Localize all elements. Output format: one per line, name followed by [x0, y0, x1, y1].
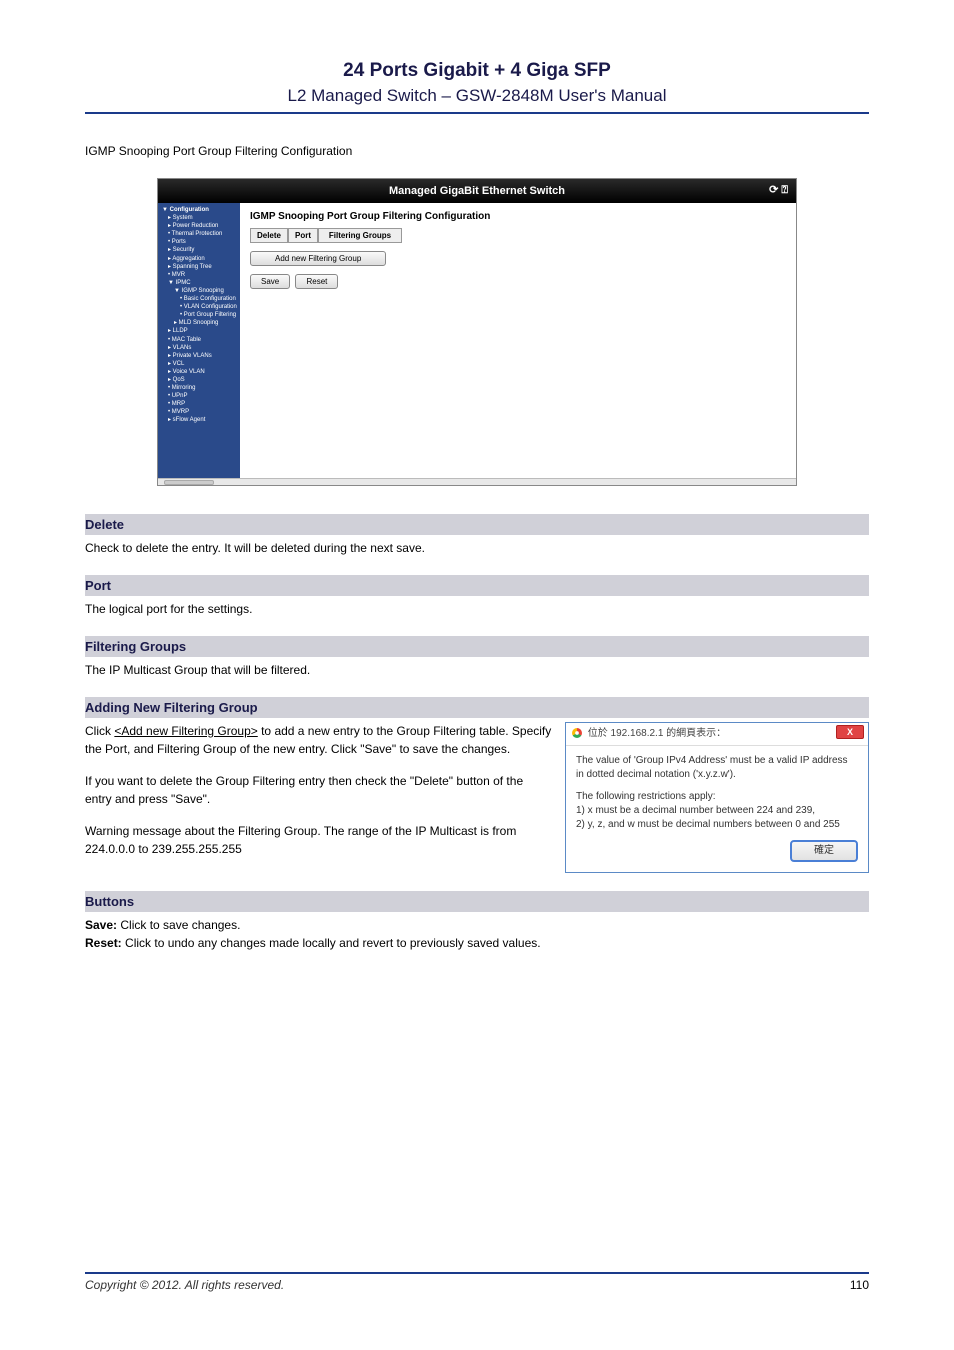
sidebar-item[interactable]: • MVR — [158, 271, 240, 279]
sidebar-item[interactable]: • MAC Table — [158, 336, 240, 344]
add-link[interactable]: <Add new Filtering Group> — [114, 724, 257, 738]
section-header-adding: Adding New Filtering Group — [85, 697, 869, 718]
section-header-buttons: Buttons — [85, 891, 869, 912]
header-icons: ⟳ ⍰ — [769, 183, 788, 197]
page-footer: Copyright © 2012. All rights reserved. 1… — [85, 1272, 869, 1292]
sidebar-item[interactable]: • Port Group Filtering — [158, 311, 240, 319]
top-rule — [85, 112, 869, 114]
sidebar-item[interactable]: ▸ QoS — [158, 376, 240, 384]
sidebar-item[interactable]: ▸ LLDP — [158, 327, 240, 335]
nav-sidebar: ▼ Configuration▸ System▸ Power Reduction… — [158, 203, 240, 478]
sidebar-item[interactable]: • Mirroring — [158, 384, 240, 392]
col-port: Port — [288, 228, 318, 243]
sidebar-item[interactable]: ▸ sFlow Agent — [158, 416, 240, 424]
section-body-filtering-groups: The IP Multicast Group that will be filt… — [85, 661, 869, 679]
dialog-origin-text: 位於 192.168.2.1 的網頁表示： — [588, 728, 726, 739]
section-header-filtering-groups: Filtering Groups — [85, 636, 869, 657]
section-body-buttons: Save: Click to save changes. Reset: Clic… — [85, 916, 869, 952]
sidebar-item[interactable]: • UPnP — [158, 392, 240, 400]
pane-title: IGMP Snooping Port Group Filtering Confi… — [250, 211, 786, 222]
section-body-port: The logical port for the settings. — [85, 600, 869, 618]
filter-table-header: DeletePortFiltering Groups — [250, 228, 402, 243]
section-header-delete: Delete — [85, 514, 869, 535]
footer-copyright: Copyright © 2012. All rights reserved. — [85, 1278, 284, 1292]
screenshot-figure: Managed GigaBit Ethernet Switch ⟳ ⍰ ▼ Co… — [85, 178, 869, 486]
sidebar-item[interactable]: ▸ MLD Snooping — [158, 319, 240, 327]
section-body-delete: Check to delete the entry. It will be de… — [85, 539, 869, 557]
doc-subtitle: L2 Managed Switch – GSW-2848M User's Man… — [85, 86, 869, 106]
sidebar-item[interactable]: ▸ Power Reduction — [158, 222, 240, 230]
reset-label: Reset: — [85, 936, 122, 950]
add-filtering-group-button[interactable]: Add new Filtering Group — [250, 251, 386, 266]
sidebar-item[interactable]: ▸ VCL — [158, 360, 240, 368]
intro-text: IGMP Snooping Port Group Filtering Confi… — [85, 142, 869, 160]
sidebar-item[interactable]: • MVRP — [158, 408, 240, 416]
sidebar-item[interactable]: ▸ System — [158, 214, 240, 222]
doc-title: 24 Ports Gigabit + 4 Giga SFP — [85, 60, 869, 82]
close-icon[interactable]: X — [836, 725, 864, 739]
sidebar-item[interactable]: ▼ Configuration — [158, 206, 240, 214]
sidebar-item[interactable]: ▸ Spanning Tree — [158, 263, 240, 271]
section-header-port: Port — [85, 575, 869, 596]
sidebar-item[interactable]: • Thermal Protection — [158, 230, 240, 238]
sidebar-item[interactable]: ▸ Aggregation — [158, 255, 240, 263]
save-button[interactable]: Save — [250, 274, 290, 289]
sidebar-item[interactable]: ▼ IPMC — [158, 279, 240, 287]
dialog-message-2: The following restrictions apply: 1) x m… — [576, 790, 858, 832]
switch-title: Managed GigaBit Ethernet Switch — [389, 185, 565, 197]
dialog-message-1: The value of 'Group IPv4 Address' must b… — [576, 754, 858, 782]
dialog-origin: 位於 192.168.2.1 的網頁表示： — [566, 723, 868, 746]
save-label: Save: — [85, 918, 117, 932]
col-filtering-groups: Filtering Groups — [318, 228, 402, 243]
sidebar-item[interactable]: • MRP — [158, 400, 240, 408]
sidebar-item[interactable]: ▸ Security — [158, 246, 240, 254]
footer-page-number: 110 — [850, 1278, 869, 1292]
chrome-icon — [572, 728, 582, 738]
sidebar-item[interactable]: ▸ Private VLANs — [158, 352, 240, 360]
col-delete: Delete — [250, 228, 288, 243]
horizontal-scrollbar[interactable] — [158, 478, 796, 485]
sidebar-item[interactable]: ▸ VLANs — [158, 344, 240, 352]
dialog-ok-button[interactable]: 確定 — [790, 840, 858, 862]
sidebar-item[interactable]: ▼ IGMP Snooping — [158, 287, 240, 295]
main-content-pane: IGMP Snooping Port Group Filtering Confi… — [240, 203, 796, 478]
section-body-adding: X 位於 192.168.2.1 的網頁表示： The value of 'Gr… — [85, 722, 869, 873]
dialog-figure: X 位於 192.168.2.1 的網頁表示： The value of 'Gr… — [565, 722, 869, 873]
sidebar-item[interactable]: • Ports — [158, 238, 240, 246]
sidebar-item[interactable]: • Basic Configuration — [158, 295, 240, 303]
sidebar-item[interactable]: ▸ Voice VLAN — [158, 368, 240, 376]
reset-button[interactable]: Reset — [295, 274, 338, 289]
switch-header: Managed GigaBit Ethernet Switch ⟳ ⍰ — [158, 179, 796, 203]
sidebar-item[interactable]: • VLAN Configuration — [158, 303, 240, 311]
